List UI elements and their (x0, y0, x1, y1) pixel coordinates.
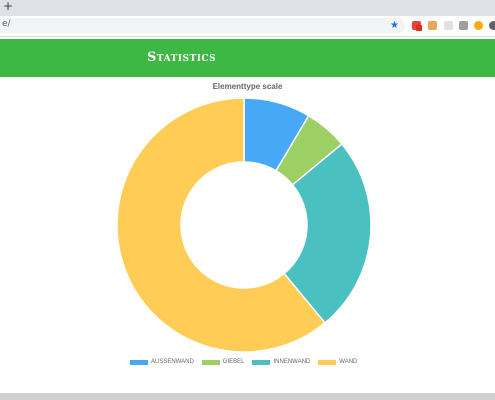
doughnut-chart (116, 97, 372, 353)
bottom-bar (0, 393, 495, 400)
legend-label: INNENWAND (273, 359, 311, 365)
legend-swatch (252, 359, 271, 365)
legend-item-innenwand[interactable]: INNENWAND (252, 359, 310, 365)
legend-label: WAND (339, 359, 358, 365)
legend-swatch (201, 359, 220, 365)
legend-swatch (318, 359, 337, 365)
legend-item-wand[interactable]: WAND (318, 359, 357, 365)
legend-swatch (130, 359, 148, 365)
legend-item-giebel[interactable]: GIEBEL (201, 359, 245, 365)
legend-label: GIEBEL (222, 359, 245, 365)
legend-label: AUSSENWAND (151, 359, 194, 365)
legend-item-aussenwand[interactable]: AUSSENWAND (130, 359, 194, 365)
chart-legend: AUSSENWAND GIEBEL INNENWAND WAND (130, 357, 365, 367)
